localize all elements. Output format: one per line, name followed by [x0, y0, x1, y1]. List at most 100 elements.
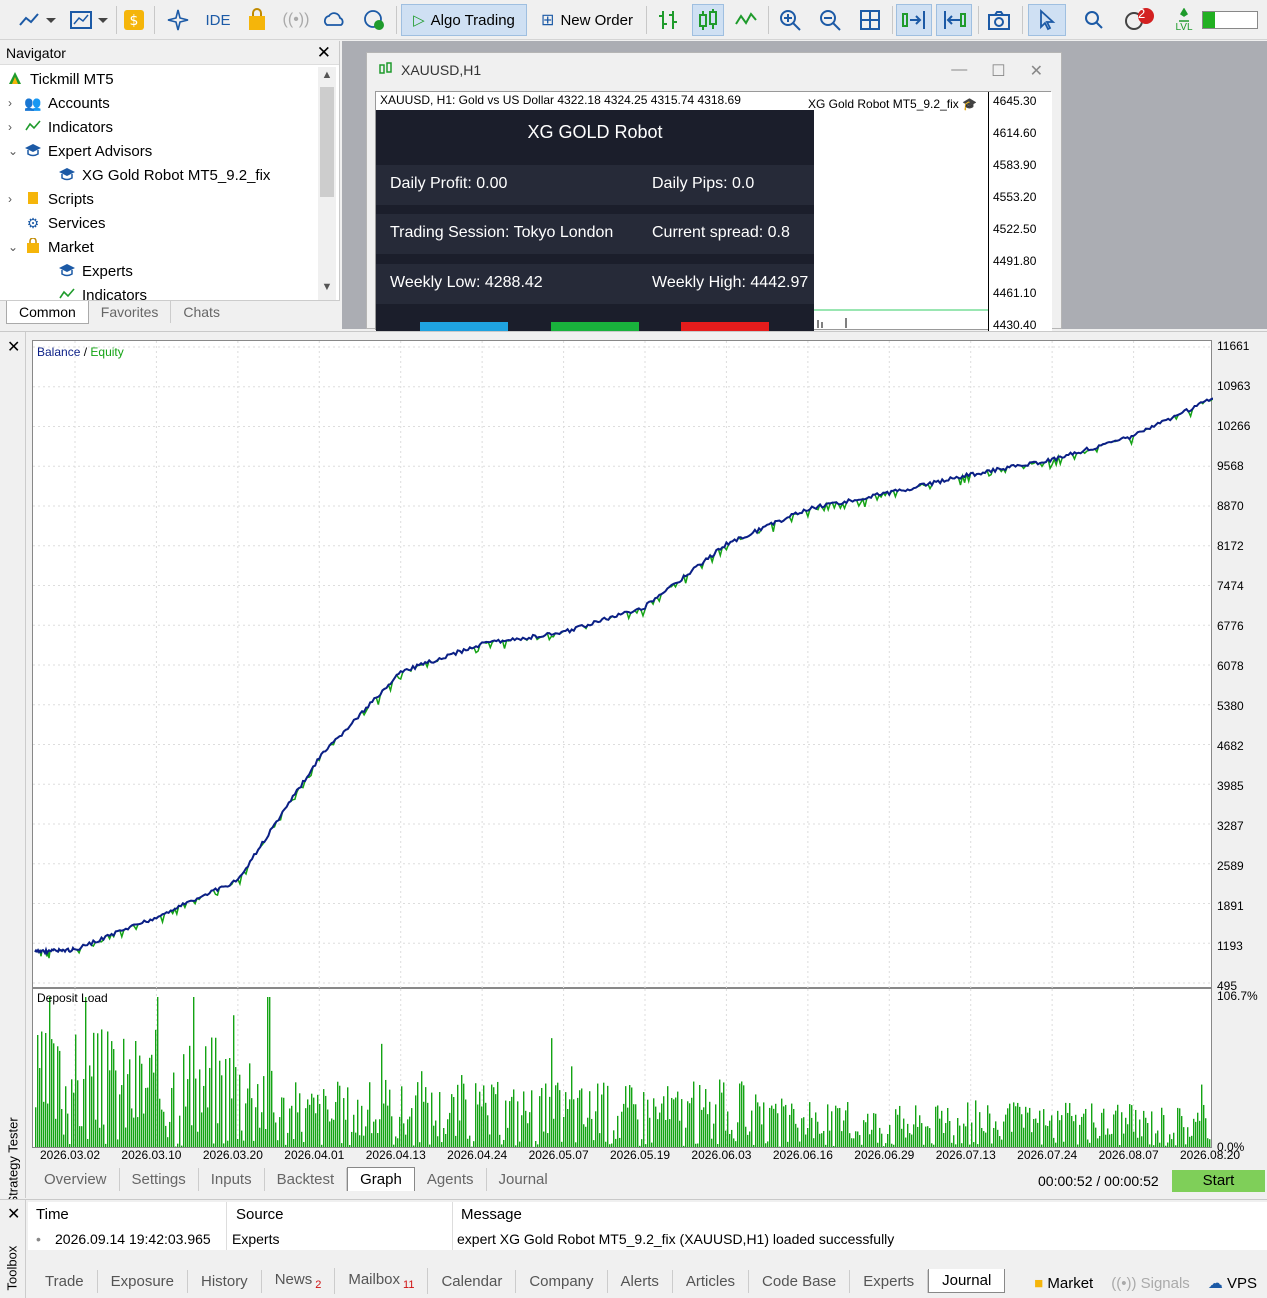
market-link[interactable]: ■ Market	[1034, 1275, 1093, 1292]
maximize-icon[interactable]: ☐	[991, 61, 1005, 81]
tab-exposure[interactable]: Exposure	[98, 1270, 188, 1293]
toolbox-tabs: Trade Exposure History News2 Mailbox11 C…	[32, 1268, 1005, 1294]
close-icon[interactable]: ✕	[7, 337, 20, 357]
column-header-source[interactable]: Source	[236, 1206, 284, 1223]
scroll-up-icon[interactable]: ▲	[318, 69, 336, 87]
tab-favorites[interactable]: Favorites	[89, 301, 172, 323]
close-icon[interactable]: ✕	[317, 43, 331, 63]
tree-item-market[interactable]: ⌄ Market	[8, 235, 94, 259]
chart-shift-icon[interactable]	[936, 4, 972, 36]
tab-alerts[interactable]: Alerts	[608, 1270, 673, 1293]
tab-agents[interactable]: Agents	[415, 1168, 487, 1191]
deposit-load-bar	[659, 1113, 660, 1147]
sparkle-icon[interactable]	[164, 4, 192, 36]
tree-item-market-indicators[interactable]: Indicators	[58, 283, 147, 300]
tab-journal[interactable]: Journal	[928, 1269, 1005, 1293]
deposit-load-bar	[865, 1122, 866, 1147]
screenshot-camera-icon[interactable]	[984, 4, 1014, 36]
price-chart[interactable]: XAUUSD, H1: Gold vs US Dollar 4322.18 43…	[375, 91, 1051, 330]
price-axis[interactable]: 4645.304614.604583.904553.204522.504491.…	[988, 92, 1052, 331]
zoom-in-icon[interactable]	[776, 4, 804, 36]
tab-inputs[interactable]: Inputs	[199, 1168, 265, 1191]
tab-experts[interactable]: Experts	[850, 1270, 928, 1293]
robot-row-profit: Daily Profit: 0.00 Daily Pips: 0.0	[376, 165, 814, 205]
chevron-down-icon[interactable]: ⌄	[8, 240, 18, 254]
tree-item-label: Indicators	[82, 287, 147, 301]
tab-label: Mailbox	[348, 1271, 400, 1288]
ea-label[interactable]: XG Gold Robot MT5_9.2_fix 🎓	[808, 97, 977, 111]
tree-item-xg-gold-robot[interactable]: XG Gold Robot MT5_9.2_fix	[58, 163, 270, 187]
tab-common[interactable]: Common	[6, 301, 89, 324]
tab-company[interactable]: Company	[516, 1270, 607, 1293]
deposit-load-bar	[591, 1119, 592, 1147]
algo-trading-button[interactable]: ▷Algo Trading	[401, 4, 527, 36]
tab-code-base[interactable]: Code Base	[749, 1270, 850, 1293]
tab-chats[interactable]: Chats	[171, 301, 232, 323]
tree-item-scripts[interactable]: › Scripts	[8, 187, 94, 211]
deposit-load-bar	[465, 1100, 466, 1147]
balance-equity-graph[interactable]: Balance / Equity	[32, 340, 1212, 988]
signal-broadcast-icon[interactable]: ((•))	[282, 4, 310, 36]
deposit-load-bar	[211, 1038, 212, 1147]
chevron-down-icon[interactable]: ⌄	[8, 144, 18, 158]
tab-news[interactable]: News2	[262, 1268, 336, 1294]
chart-window[interactable]: XAUUSD,H1 — ☐ ✕ XAUUSD, H1: Gold vs US D…	[366, 52, 1062, 329]
close-icon[interactable]: ✕	[1030, 61, 1043, 81]
tab-overview[interactable]: Overview	[32, 1168, 120, 1191]
cursor-icon[interactable]	[1028, 4, 1066, 36]
minimize-icon[interactable]: —	[951, 61, 967, 81]
line-chart-icon[interactable]	[732, 4, 760, 36]
tab-calendar[interactable]: Calendar	[428, 1270, 516, 1293]
tab-settings[interactable]: Settings	[120, 1168, 199, 1191]
tab-journal[interactable]: Journal	[487, 1168, 560, 1191]
column-header-message[interactable]: Message	[461, 1206, 522, 1223]
column-header-time[interactable]: Time	[36, 1206, 69, 1223]
tree-item-services[interactable]: ⚙ Services	[8, 211, 106, 235]
templates-icon[interactable]	[66, 4, 114, 36]
shopping-bag-icon[interactable]	[243, 4, 271, 36]
tab-articles[interactable]: Articles	[673, 1270, 749, 1293]
tree-item-accounts[interactable]: › 👥 Accounts	[8, 91, 110, 115]
deposit-load-graph[interactable]: Deposit Load	[32, 988, 1212, 1148]
dollar-icon[interactable]: $	[120, 4, 148, 36]
signals-link[interactable]: ((•)) Signals	[1111, 1275, 1190, 1292]
tab-backtest[interactable]: Backtest	[265, 1168, 348, 1191]
tree-item-tickmill[interactable]: Tickmill MT5	[6, 67, 114, 91]
vps-globe-icon[interactable]	[360, 4, 388, 36]
notifications-icon[interactable]: 2	[1118, 4, 1158, 36]
deposit-load-bar	[959, 1126, 960, 1147]
chevron-right-icon[interactable]: ›	[8, 120, 18, 134]
chevron-right-icon[interactable]: ›	[8, 192, 18, 206]
tree-item-market-experts[interactable]: Experts	[58, 259, 133, 283]
navigator-scrollbar[interactable]: ▲ ▼	[318, 67, 336, 300]
start-button[interactable]: Start	[1172, 1170, 1265, 1192]
scroll-down-icon[interactable]: ▼	[318, 281, 336, 299]
signal-level-icon[interactable]: LVL	[1170, 4, 1198, 36]
vps-link[interactable]: ☁ VPS	[1208, 1274, 1257, 1292]
graduation-cap-icon	[58, 262, 76, 280]
bar-chart-icon[interactable]	[654, 4, 682, 36]
auto-scroll-icon[interactable]	[896, 4, 932, 36]
cloud-icon[interactable]	[320, 4, 348, 36]
deposit-load-bar	[721, 1093, 722, 1147]
chart-type-icon[interactable]	[14, 4, 62, 36]
scrollbar-thumb[interactable]	[320, 87, 334, 197]
tree-item-expert-advisors[interactable]: ⌄ Expert Advisors	[8, 139, 152, 163]
chevron-right-icon[interactable]: ›	[8, 96, 18, 110]
tab-graph[interactable]: Graph	[347, 1167, 415, 1191]
search-icon[interactable]	[1080, 4, 1108, 36]
new-order-button[interactable]: ⊞New Order	[532, 4, 642, 36]
close-icon[interactable]: ✕	[7, 1204, 20, 1224]
deposit-load-bar	[675, 1098, 676, 1147]
tab-trade[interactable]: Trade	[32, 1270, 98, 1293]
zoom-out-icon[interactable]	[816, 4, 844, 36]
tab-history[interactable]: History	[188, 1270, 262, 1293]
tree-item-indicators[interactable]: › Indicators	[8, 115, 113, 139]
svg-text:$: $	[130, 13, 139, 29]
tile-windows-icon[interactable]	[856, 4, 884, 36]
candlestick-icon[interactable]	[692, 4, 724, 36]
ide-button[interactable]: IDE	[198, 4, 238, 36]
tab-mailbox[interactable]: Mailbox11	[335, 1268, 428, 1294]
deposit-load-bar	[1205, 1118, 1206, 1147]
deposit-load-bar	[737, 1122, 738, 1147]
